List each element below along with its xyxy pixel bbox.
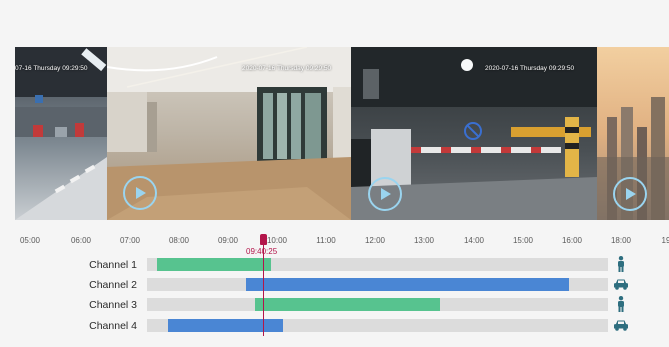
person-icon: [613, 296, 629, 312]
thumbnail-parking-gate[interactable]: 2020-07-16 Thursday 09:29:50: [351, 47, 597, 220]
axis-tick-label: 09:00: [217, 236, 239, 245]
thumbnail-lobby[interactable]: 2020-07-16 Thursday 09:29:50: [107, 47, 351, 220]
person-icon: [613, 256, 629, 272]
play-button[interactable]: [613, 177, 647, 211]
axis-tick-label: 06:00: [70, 236, 92, 245]
thumbnail-parking-garage[interactable]: 07-16 Thursday 09:29:50: [15, 47, 107, 220]
playhead-time: 09:40:25: [246, 247, 278, 256]
axis-tick-label: 12:00: [364, 236, 386, 245]
play-icon: [626, 188, 636, 200]
thumbnail-timestamp: 07-16 Thursday 09:29:50: [15, 65, 88, 72]
axis-tick-label: 19: [661, 236, 669, 245]
playback-view: 07-16 Thursday 09:29:50 2020-07-16 Thurs…: [0, 0, 669, 347]
play-button[interactable]: [368, 177, 402, 211]
recording-segment[interactable]: [157, 258, 271, 271]
channel-track[interactable]: [147, 258, 608, 271]
axis-tick-label: 08:00: [168, 236, 190, 245]
channel-label: Channel 1: [89, 259, 137, 271]
channel-label: Channel 4: [89, 320, 137, 332]
axis-tick-label: 16:00: [561, 236, 583, 245]
parking-garage-image: [15, 47, 107, 220]
channel-track[interactable]: [147, 319, 608, 332]
axis-tick-label: 15:00: [512, 236, 534, 245]
channel-label: Channel 3: [89, 299, 137, 311]
axis-tick-label: 13:00: [413, 236, 435, 245]
channel-track[interactable]: [147, 298, 608, 311]
channel-label: Channel 2: [89, 279, 137, 291]
video-thumbnail-strip: 07-16 Thursday 09:29:50 2020-07-16 Thurs…: [15, 47, 669, 220]
playhead-line[interactable]: [263, 244, 265, 336]
channel-track[interactable]: [147, 278, 608, 291]
axis-tick-label: 11:00: [316, 236, 336, 245]
recording-segment[interactable]: [246, 278, 569, 291]
thumbnail-timestamp: 2020-07-16 Thursday 09:29:50: [242, 65, 332, 72]
thumbnail-timestamp: 2020-07-16 Thursday 09:29:50: [485, 65, 575, 72]
axis-tick-label: 14:00: [463, 236, 485, 245]
play-icon: [381, 188, 391, 200]
recording-segment[interactable]: [168, 319, 283, 332]
axis-tick-label: 05:00: [19, 236, 41, 245]
play-button[interactable]: [123, 176, 157, 210]
recording-segment[interactable]: [255, 298, 440, 311]
axis-tick-label: 18:00: [610, 236, 632, 245]
axis-tick-label: 07:00: [119, 236, 141, 245]
play-icon: [136, 187, 146, 199]
thumbnail-city-skyline[interactable]: [597, 47, 669, 220]
car-icon: [613, 317, 629, 333]
car-icon: [613, 276, 629, 292]
